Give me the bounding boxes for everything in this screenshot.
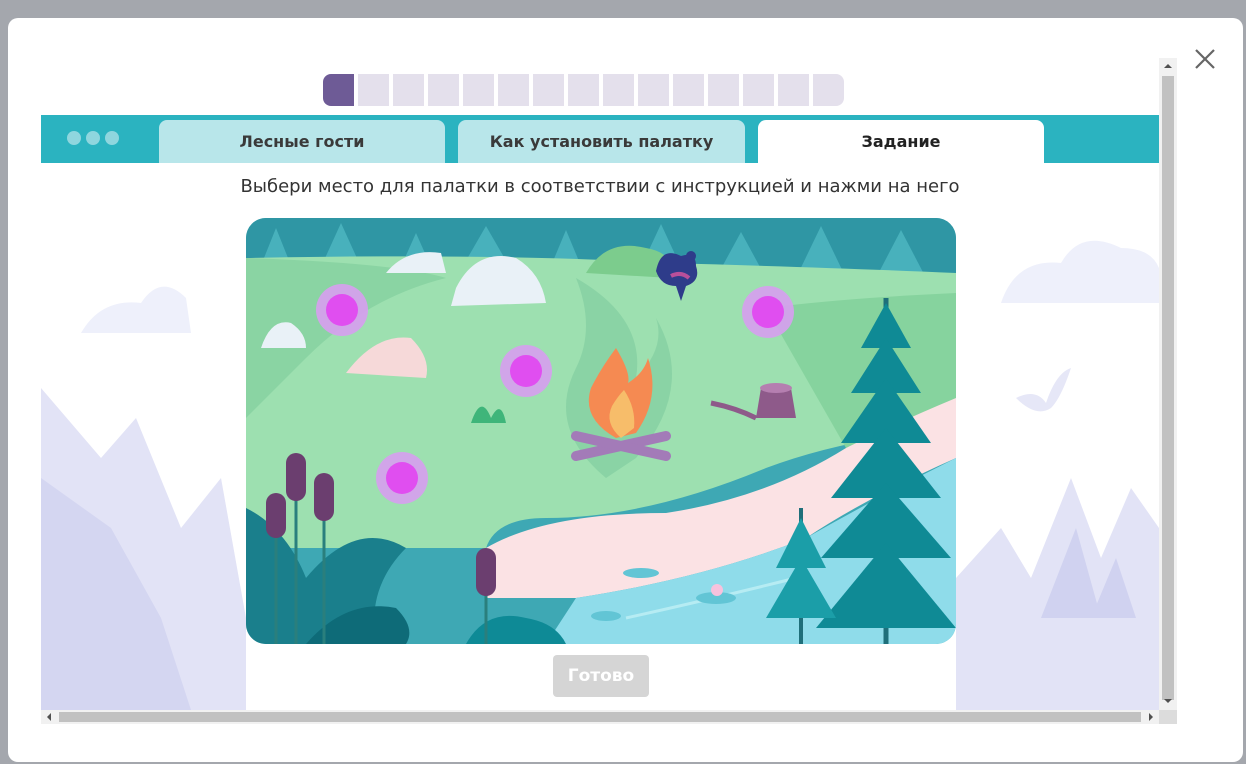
dot-icon xyxy=(105,131,119,145)
dot-icon xyxy=(86,131,100,145)
scroll-left-icon[interactable] xyxy=(47,713,51,721)
progress-step[interactable] xyxy=(778,74,809,106)
scroll-thumb[interactable] xyxy=(59,712,1141,722)
tent-spot-1[interactable] xyxy=(316,284,368,336)
ready-button[interactable]: Готово xyxy=(553,655,649,697)
progress-step[interactable] xyxy=(498,74,529,106)
progress-step[interactable] xyxy=(568,74,599,106)
task-instruction: Выбери место для палатки в соответствии … xyxy=(240,176,960,197)
spruce-tree-icon xyxy=(766,298,956,644)
scroll-thumb[interactable] xyxy=(1162,76,1174,700)
progress-step[interactable] xyxy=(603,74,634,106)
progress-step[interactable] xyxy=(533,74,564,106)
scene-illustration xyxy=(246,218,956,644)
progress-step[interactable] xyxy=(428,74,459,106)
tent-spot-4[interactable] xyxy=(376,452,428,504)
progress-step[interactable] xyxy=(393,74,424,106)
scroll-up-icon[interactable] xyxy=(1164,64,1172,68)
tab-task[interactable]: Задание xyxy=(758,120,1044,163)
progress-step[interactable] xyxy=(673,74,704,106)
vertical-scrollbar[interactable] xyxy=(1159,58,1177,710)
tab-how-to-pitch-tent[interactable]: Как установить палатку xyxy=(458,120,745,163)
tab-forest-guests[interactable]: Лесные гости xyxy=(159,120,445,163)
progress-step[interactable] xyxy=(463,74,494,106)
progress-step[interactable] xyxy=(358,74,389,106)
scroll-corner xyxy=(1159,710,1177,724)
close-icon xyxy=(1195,49,1215,69)
window-dots xyxy=(67,131,119,145)
tab-bar: Лесные гости Как установить палатку Зада… xyxy=(41,115,1159,163)
horizontal-scrollbar[interactable] xyxy=(41,710,1159,724)
progress-step[interactable] xyxy=(638,74,669,106)
scroll-right-icon[interactable] xyxy=(1149,713,1153,721)
tent-spot-2[interactable] xyxy=(500,345,552,397)
screen-backdrop xyxy=(0,0,1246,10)
close-button[interactable] xyxy=(1188,42,1222,76)
tent-spot-3[interactable] xyxy=(742,286,794,338)
dot-icon xyxy=(67,131,81,145)
lesson-progress xyxy=(323,74,844,106)
progress-step[interactable] xyxy=(813,74,844,106)
progress-step[interactable] xyxy=(323,74,354,106)
progress-step[interactable] xyxy=(708,74,739,106)
scroll-down-icon[interactable] xyxy=(1164,699,1172,703)
capercaillie-icon xyxy=(656,251,698,301)
progress-step[interactable] xyxy=(743,74,774,106)
lesson-content[interactable]: Лесные гости Как установить палатку Зада… xyxy=(41,58,1159,710)
